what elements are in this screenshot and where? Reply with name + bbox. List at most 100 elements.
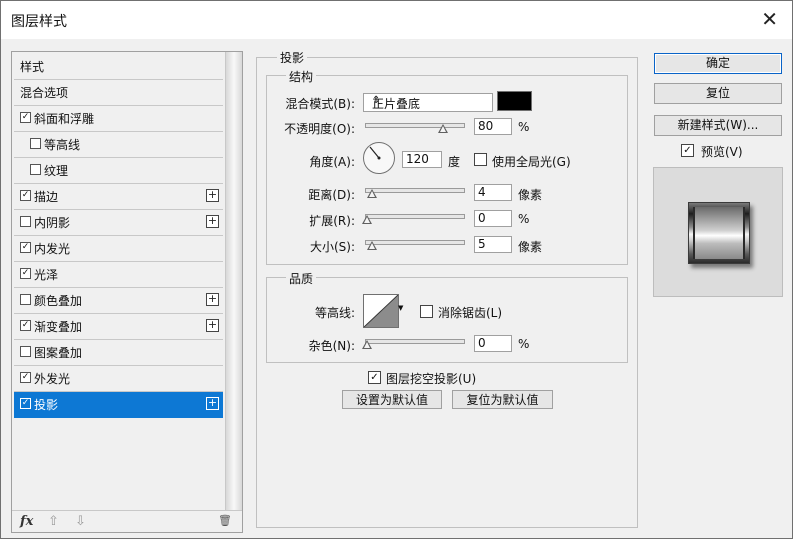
effect-checkbox[interactable] (20, 216, 31, 227)
effect-item[interactable]: 混合选项 (14, 80, 223, 106)
add-effect-icon[interactable]: + (206, 215, 219, 228)
list-scrollbar[interactable] (225, 52, 242, 510)
effect-label: 内发光 (34, 242, 71, 256)
effect-item[interactable]: ✓ 渐变叠加 + (14, 314, 223, 340)
opacity-unit: % (518, 120, 530, 134)
spread-input[interactable]: 0 (474, 210, 512, 227)
distance-slider[interactable] (365, 188, 465, 193)
distance-slider-thumb[interactable] (367, 189, 377, 198)
noise-unit: % (518, 337, 530, 351)
close-icon[interactable]: ✕ (761, 9, 778, 29)
effect-checkbox[interactable]: ✓ (20, 320, 31, 331)
effect-checkbox[interactable]: ✓ (20, 372, 31, 383)
preview-label[interactable]: 预览(V) (701, 143, 743, 160)
effect-label: 等高线 (44, 138, 81, 152)
spread-slider[interactable] (365, 214, 465, 219)
ok-button[interactable]: 确定 (654, 53, 782, 74)
move-up-icon[interactable]: ⇧ (48, 514, 59, 529)
effect-checkbox[interactable] (20, 346, 31, 357)
effect-item[interactable]: 内阴影 + (14, 210, 223, 236)
opacity-label: 不透明度(O): (284, 122, 355, 136)
effect-item[interactable]: 图案叠加 (14, 340, 223, 366)
effect-checkbox[interactable] (30, 138, 41, 149)
move-down-icon[interactable]: ⇩ (75, 514, 86, 529)
title-bar: 图层样式 ✕ (1, 1, 792, 39)
effect-label: 样式 (20, 60, 45, 74)
effect-label: 光泽 (34, 268, 59, 282)
global-light-checkbox[interactable] (474, 153, 487, 166)
effect-item[interactable]: 颜色叠加 + (14, 288, 223, 314)
effect-checkbox[interactable]: ✓ (20, 268, 31, 279)
angle-input[interactable]: 120 (402, 151, 442, 168)
shadow-color-swatch[interactable] (497, 91, 532, 111)
effect-label: 外发光 (34, 372, 71, 386)
list-toolbar: fx ⇧ ⇩ 🗑 (12, 510, 242, 533)
size-slider-thumb[interactable] (367, 241, 377, 250)
effect-label: 图案叠加 (34, 346, 83, 360)
size-label: 大小(S): (309, 240, 355, 254)
opacity-slider[interactable] (365, 123, 465, 128)
effect-item[interactable]: 等高线 (14, 132, 223, 158)
add-effect-icon[interactable]: + (206, 189, 219, 202)
effect-item[interactable]: ✓ 描边 + (14, 184, 223, 210)
effect-label: 渐变叠加 (34, 320, 83, 334)
chevron-updown-icon: ⇕ (372, 95, 381, 106)
size-input[interactable]: 5 (474, 236, 512, 253)
contour-curve-icon (364, 295, 398, 327)
spread-slider-thumb[interactable] (362, 215, 372, 224)
new-style-button[interactable]: 新建样式(W)... (654, 115, 782, 136)
anti-alias-checkbox[interactable] (420, 305, 433, 318)
noise-slider[interactable] (365, 339, 465, 344)
effect-label: 颜色叠加 (34, 294, 83, 308)
noise-label: 杂色(N): (308, 339, 355, 353)
noise-input[interactable]: 0 (474, 335, 512, 352)
effect-item[interactable]: 样式 (14, 54, 223, 80)
add-effect-icon[interactable]: + (206, 397, 219, 410)
knockout-label[interactable]: 图层挖空投影(U) (386, 370, 476, 387)
contour-dropdown-icon[interactable]: ▼ (398, 304, 403, 312)
effect-checkbox[interactable]: ✓ (20, 112, 31, 123)
effect-item[interactable]: ✓ 外发光 (14, 366, 223, 392)
reset-default-button[interactable]: 复位为默认值 (452, 390, 553, 409)
reset-button[interactable]: 复位 (654, 83, 782, 104)
effects-list: 样式 混合选项 ✓ 斜面和浮雕 等高线 纹理 ✓ 描边 + 内阴影 + ✓ 内发光 ✓ 光泽 颜色叠加 + ✓ 渐变… (12, 52, 224, 510)
opacity-input[interactable]: 80 (474, 118, 512, 135)
effects-list-panel: 样式 混合选项 ✓ 斜面和浮雕 等高线 纹理 ✓ 描边 + 内阴影 + ✓ 内发光 ✓ 光泽 颜色叠加 + ✓ 渐变… (11, 51, 243, 533)
noise-slider-thumb[interactable] (362, 340, 372, 349)
contour-label: 等高线: (314, 306, 355, 320)
effect-checkbox[interactable] (30, 164, 41, 175)
blend-mode-select[interactable]: 正片叠底 ⇕ (363, 93, 493, 112)
distance-input[interactable]: 4 (474, 184, 512, 201)
effect-label: 混合选项 (20, 86, 69, 100)
add-effect-icon[interactable]: + (206, 319, 219, 332)
effect-checkbox[interactable] (20, 294, 31, 305)
distance-label: 距离(D): (308, 188, 355, 202)
trash-icon[interactable]: 🗑 (218, 514, 232, 527)
opacity-slider-thumb[interactable] (438, 124, 449, 133)
effect-label: 描边 (34, 190, 59, 204)
angle-label: 角度(A): (309, 155, 355, 169)
size-slider[interactable] (365, 240, 465, 245)
fx-icon[interactable]: fx (20, 514, 33, 529)
effect-item[interactable]: ✓ 光泽 (14, 262, 223, 288)
dialog-title: 图层样式 (11, 14, 67, 30)
effect-item[interactable]: ✓ 投影 + (14, 392, 223, 418)
effect-checkbox[interactable]: ✓ (20, 398, 31, 409)
make-default-button[interactable]: 设置为默认值 (342, 390, 442, 409)
spread-unit: % (518, 212, 530, 226)
effect-item[interactable]: 纹理 (14, 158, 223, 184)
add-effect-icon[interactable]: + (206, 293, 219, 306)
effect-item[interactable]: ✓ 斜面和浮雕 (14, 106, 223, 132)
effect-checkbox[interactable]: ✓ (20, 190, 31, 201)
anti-alias-label[interactable]: 消除锯齿(L) (438, 304, 502, 321)
preview-checkbox[interactable]: ✓ (681, 144, 694, 157)
global-light-label[interactable]: 使用全局光(G) (492, 153, 571, 170)
effect-item[interactable]: ✓ 内发光 (14, 236, 223, 262)
angle-dial[interactable] (363, 142, 395, 174)
layer-style-dialog: 图层样式 ✕ 样式 混合选项 ✓ 斜面和浮雕 等高线 纹理 ✓ 描边 + 内阴影 + ✓ 内发光 ✓ 光泽颜… (0, 0, 793, 539)
knockout-checkbox[interactable]: ✓ (368, 371, 381, 384)
angle-dial-needle (369, 146, 381, 160)
contour-picker[interactable] (363, 294, 399, 328)
effect-checkbox[interactable]: ✓ (20, 242, 31, 253)
size-unit: 像素 (518, 240, 543, 254)
